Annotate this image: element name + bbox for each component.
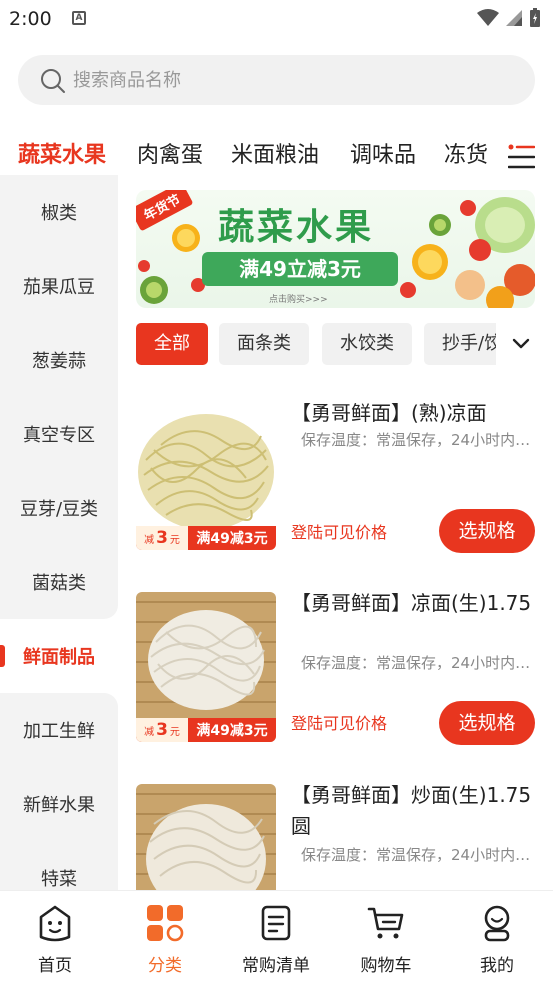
sidebar-item-processed-fresh[interactable]: 加工生鲜 [0, 693, 118, 767]
sidebar-item-fresh-fruit[interactable]: 新鲜水果 [0, 767, 118, 841]
nav-label: 购物车 [360, 956, 412, 976]
product-title: 【勇哥鲜面】炒面(生)1.75圆 [291, 784, 532, 838]
category-grid-icon [147, 905, 184, 942]
sidebar-item-label: 豆芽/豆类 [19, 499, 99, 520]
chip-wontons[interactable]: 抄手/饺 [424, 323, 496, 365]
nav-label: 常购清单 [242, 956, 310, 976]
search-icon [41, 69, 65, 93]
status-time: 2:00 [9, 8, 52, 30]
product-title: 【勇哥鲜面】凉面(生)1.75 [291, 591, 532, 615]
battery-icon [530, 8, 540, 27]
fruit-decoration-right [400, 197, 535, 308]
sidebar-item-fresh-noodles[interactable]: 鲜面制品 [0, 619, 118, 693]
nav-home[interactable]: 首页 [0, 891, 110, 984]
sidebar-item-peppers[interactable]: 椒类 [0, 175, 118, 249]
tab-seasonings[interactable]: 调味品 [350, 137, 416, 169]
sidebar-item-label: 鲜面制品 [23, 647, 95, 668]
banner-subtext: 点击购买>>> [269, 295, 328, 305]
product-card[interactable]: 减3元 满49减3元 【勇哥鲜面】凉面(生)1.75 保存温度：常温保存，24小… [136, 591, 536, 767]
promo-banner[interactable]: 年货节 蔬菜水果 满49立减3元 点击购买>>> [136, 190, 535, 308]
nav-label: 分类 [148, 956, 182, 976]
sidebar-item-label: 加工生鲜 [23, 721, 95, 742]
nav-cart[interactable]: 购物车 [331, 891, 441, 984]
select-spec-button[interactable]: 选规格 [439, 701, 535, 745]
tab-meat-poultry-eggs[interactable]: 肉禽蛋 [137, 137, 203, 169]
product-image[interactable]: 减3元 满49减3元 [136, 400, 276, 550]
bottom-navigation: 首页 分类 常购清单 购物车 我的 [0, 890, 553, 984]
search-bar[interactable] [18, 55, 535, 105]
product-card[interactable]: 减3元 满49减3元 【勇哥鲜面】(熟)凉面 保存温度：常温保存，24小时内食用… [136, 400, 536, 575]
profile-icon [484, 905, 510, 942]
filter-chips: 全部 面条类 水饺类 抄手/饺 [136, 323, 496, 365]
product-description: 保存温度：常温保存，24小时内食用 [301, 846, 536, 864]
top-category-tabs: 蔬菜水果 肉禽蛋 米面粮油 调味品 冻货 [0, 137, 553, 179]
product-card[interactable]: 【勇哥鲜面】炒面(生)1.75圆 保存温度：常温保存，24小时内食用 [136, 784, 536, 890]
tab-frozen[interactable]: 冻货 [444, 137, 488, 169]
nav-category[interactable]: 分类 [110, 891, 220, 984]
sidebar-item-label: 真空专区 [23, 425, 95, 446]
status-bar: 2:00 A [0, 0, 553, 40]
tab-rice-flour-oil[interactable]: 米面粮油 [231, 137, 319, 169]
notification-icon: A [72, 11, 86, 25]
nav-frequent-list[interactable]: 常购清单 [221, 891, 331, 984]
discount-badge: 减3元 满49减3元 [136, 718, 276, 742]
login-to-see-price[interactable]: 登陆可见价格 [291, 710, 387, 734]
discount-badge: 减3元 满49减3元 [136, 526, 276, 550]
chevron-down-icon[interactable] [508, 334, 534, 354]
nav-label: 首页 [38, 956, 72, 976]
product-image[interactable] [136, 784, 276, 890]
sidebar-item-scallion-ginger-garlic[interactable]: 葱姜蒜 [0, 323, 118, 397]
sidebar-item-mushrooms[interactable]: 菌菇类 [0, 545, 118, 619]
home-face-icon [39, 905, 71, 942]
product-title: 【勇哥鲜面】(熟)凉面 [291, 401, 487, 425]
chip-noodles[interactable]: 面条类 [219, 323, 309, 365]
sidebar-item-label: 特菜 [41, 869, 77, 890]
select-spec-button[interactable]: 选规格 [439, 509, 535, 553]
product-description: 保存温度：常温保存，24小时内食用 [301, 654, 536, 672]
chip-dumplings[interactable]: 水饺类 [322, 323, 412, 365]
sidebar-item-vacuum-zone[interactable]: 真空专区 [0, 397, 118, 471]
product-description: 保存温度：常温保存，24小时内食用 [301, 431, 536, 449]
chip-all[interactable]: 全部 [136, 323, 208, 365]
tab-vegetables-fruits[interactable]: 蔬菜水果 [18, 137, 106, 169]
login-to-see-price[interactable]: 登陆可见价格 [291, 519, 387, 543]
subcategory-sidebar: 椒类 茄果瓜豆 葱姜蒜 真空专区 豆芽/豆类 菌菇类 鲜面制品 加工生鲜 新鲜水… [0, 175, 118, 915]
search-input[interactable] [73, 55, 513, 105]
list-icon [261, 905, 291, 941]
status-indicators [477, 8, 541, 28]
sidebar-item-fruit-veg-beans[interactable]: 茄果瓜豆 [0, 249, 118, 323]
category-menu-icon[interactable] [508, 144, 535, 170]
cell-signal-icon [506, 10, 522, 26]
sidebar-item-label: 新鲜水果 [23, 795, 95, 816]
sidebar-item-sprouts-beans[interactable]: 豆芽/豆类 [0, 471, 118, 545]
sidebar-item-label: 葱姜蒜 [32, 351, 86, 372]
wifi-icon [477, 9, 499, 26]
sidebar-item-label: 椒类 [41, 203, 77, 224]
sidebar-item-label: 茄果瓜豆 [23, 277, 95, 298]
nav-label: 我的 [480, 956, 514, 976]
product-image[interactable]: 减3元 满49减3元 [136, 592, 276, 742]
sidebar-item-label: 菌菇类 [32, 573, 86, 594]
banner-promo: 满49立减3元 [202, 252, 398, 286]
cart-icon [367, 907, 404, 939]
nav-profile[interactable]: 我的 [442, 891, 552, 984]
banner-title: 蔬菜水果 [218, 207, 375, 248]
